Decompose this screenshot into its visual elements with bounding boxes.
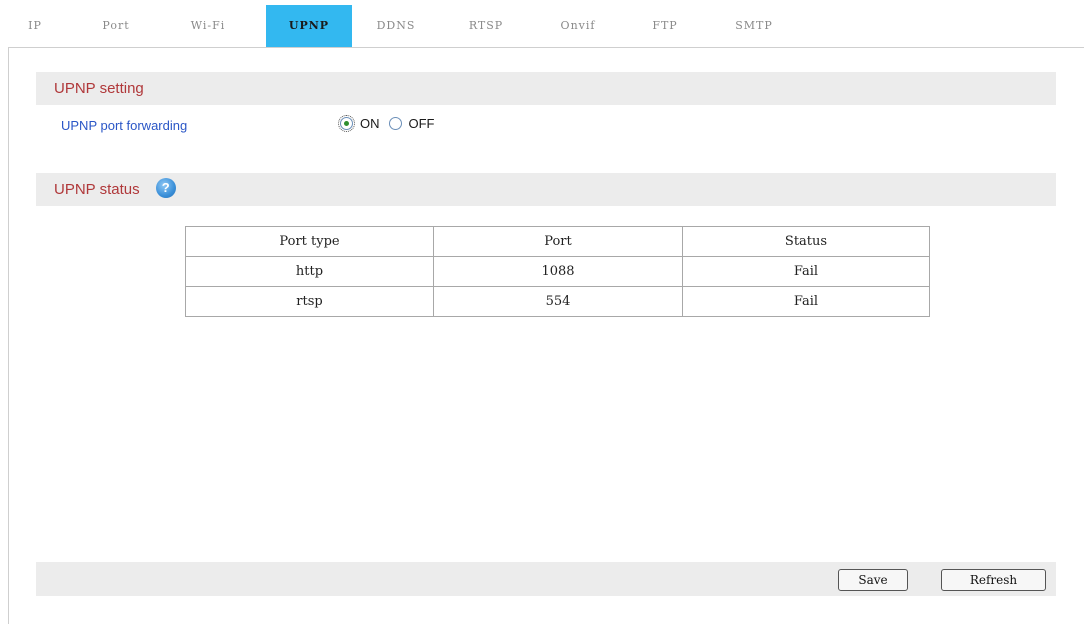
tab-ftp[interactable]: FTP (640, 5, 690, 47)
upnp-status-header: UPNP status ? (36, 173, 1056, 206)
cell-port-type: rtsp (185, 286, 434, 317)
tab-bar: IP Port Wi-Fi UPNP DDNS RTSP Onvif FTP S… (0, 0, 1084, 48)
upnp-status-title: UPNP status (54, 181, 140, 198)
tab-ddns[interactable]: DDNS (364, 5, 428, 47)
column-header-port: Port (433, 226, 683, 257)
upnp-port-forwarding-radio-group: ON OFF (338, 115, 444, 132)
tab-rtsp[interactable]: RTSP (454, 5, 518, 47)
tab-smtp[interactable]: SMTP (724, 5, 784, 47)
radio-off[interactable] (388, 117, 402, 130)
tab-port[interactable]: Port (84, 5, 148, 47)
radio-on[interactable] (338, 115, 355, 132)
column-header-status: Status (682, 226, 930, 257)
radio-on-label[interactable]: ON (360, 116, 380, 131)
upnp-status-table: Port type Port Status http 1088 Fail rts… (185, 226, 930, 317)
table-row: http 1088 Fail (185, 256, 930, 287)
radio-off-label[interactable]: OFF (409, 116, 435, 131)
tab-wifi[interactable]: Wi-Fi (172, 5, 244, 47)
cell-port-type: http (185, 256, 434, 287)
cell-status: Fail (682, 286, 930, 317)
upnp-port-forwarding-label: UPNP port forwarding (61, 118, 188, 133)
cell-port: 554 (433, 286, 683, 317)
tab-onvif[interactable]: Onvif (542, 5, 614, 47)
upnp-setting-title: UPNP setting (54, 80, 144, 97)
help-icon[interactable]: ? (155, 178, 176, 199)
column-header-port-type: Port type (185, 226, 434, 257)
tab-ip[interactable]: IP (20, 5, 50, 47)
refresh-button[interactable]: Refresh (941, 569, 1046, 591)
table-header-row: Port type Port Status (185, 226, 930, 257)
cell-port: 1088 (433, 256, 683, 287)
table-row: rtsp 554 Fail (185, 286, 930, 317)
save-button[interactable]: Save (838, 569, 908, 591)
content-panel (8, 47, 1084, 624)
cell-status: Fail (682, 256, 930, 287)
tab-upnp[interactable]: UPNP (266, 5, 352, 47)
upnp-setting-header: UPNP setting (36, 72, 1056, 105)
bottom-toolbar: Save Refresh (36, 562, 1056, 596)
